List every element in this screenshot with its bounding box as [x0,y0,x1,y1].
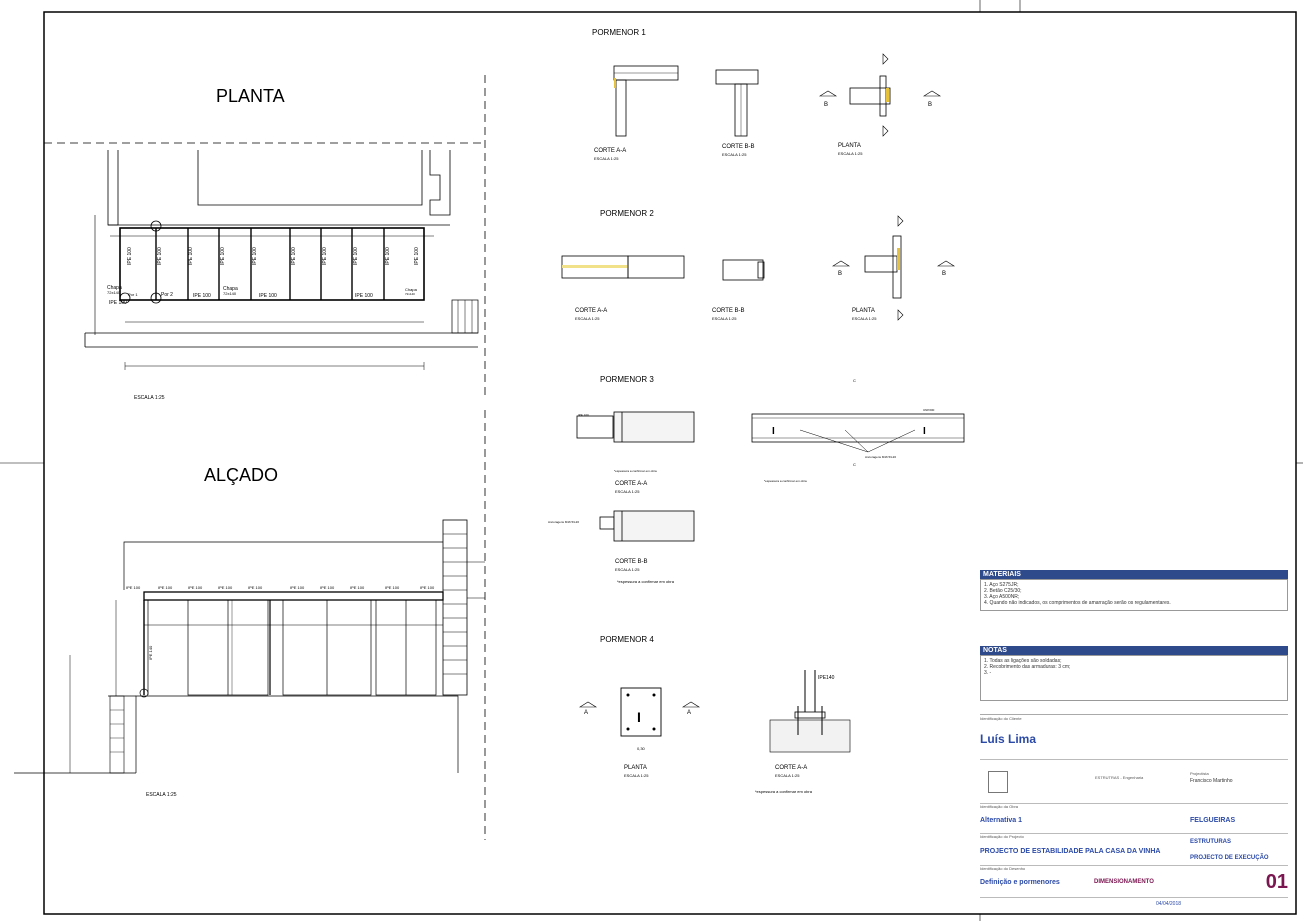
svg-text:0,30: 0,30 [637,746,646,751]
svg-text:*espessura a confirmar em obra: *espessura a confirmar em obra [755,789,813,794]
svg-text:Por 1: Por 1 [128,292,138,297]
svg-text:I: I [772,426,775,437]
client-name: Luís Lima [980,732,1037,746]
svg-text:IPE 100: IPE 100 [193,293,211,299]
svg-text:IPE 100: IPE 100 [218,585,233,590]
svg-text:IPE 100: IPE 100 [127,247,133,265]
title-block: Identificação do Cliente Luís Lima ESTRU… [980,714,1288,913]
svg-text:IPE 100: IPE 100 [322,247,328,265]
svg-text:IPE 100: IPE 100 [188,585,203,590]
svg-text:IPE 100: IPE 100 [259,293,277,299]
svg-text:72x140: 72x140 [223,291,237,296]
svg-text:CORTE B-B: CORTE B-B [722,144,755,150]
planta-title: PLANTA [216,86,285,106]
svg-text:ESCALA 1:25: ESCALA 1:25 [615,567,640,572]
svg-text:CORTE A-A: CORTE A-A [594,148,626,154]
alcado-scale: ESCALA 1:25 [146,792,177,798]
svg-text:IPE 100: IPE 100 [248,585,263,590]
svg-text:Por 2: Por 2 [161,292,173,298]
svg-text:IPE 100: IPE 100 [385,585,400,590]
pormenor-3: PORMENOR 3 CORTE A-A ESCALA 1:25 *espess… [548,375,965,584]
svg-text:*espessura a confirmar em obra: *espessura a confirmar em obra [614,469,657,473]
svg-text:IPE 100: IPE 100 [109,300,127,306]
svg-text:I: I [923,426,926,437]
svg-text:ESCALA 1:25: ESCALA 1:25 [594,156,619,161]
svg-text:ESCALA 1:25: ESCALA 1:25 [712,316,737,321]
svg-text:Ancoragens M16 5/L20: Ancoragens M16 5/L20 [865,455,896,459]
svg-text:ESCALA 1:25: ESCALA 1:25 [775,773,800,778]
svg-text:IPE 100: IPE 100 [158,585,173,590]
svg-text:PORMENOR 1: PORMENOR 1 [592,28,646,37]
date: 04/04/2018 [1156,901,1182,907]
svg-text:UNP200: UNP200 [923,408,935,412]
drawing-name: Definição e pormenores [980,879,1060,886]
project-name: PROJECTO DE ESTABILIDADE PALA CASA DA VI… [980,848,1161,855]
planta-frame [119,227,425,301]
materiais-block: MATERIAIS 1. Aço S275JR; 2. Betão C25/30… [980,570,1288,611]
svg-text:CORTE A-A: CORTE A-A [575,308,607,314]
svg-text:PORMENOR 4: PORMENOR 4 [600,635,654,644]
alcado-view: ALÇADO IPE 100 IPE 100 IPE 100 IPE 100 I… [14,410,486,840]
svg-text:ESCALA 1:25: ESCALA 1:25 [852,316,877,321]
svg-text:IPE 100: IPE 100 [353,247,359,265]
svg-text:IPE 100: IPE 100 [385,247,391,265]
svg-text:ESCALA 1:25: ESCALA 1:25 [615,489,640,494]
svg-text:CORTE A-A: CORTE A-A [775,765,807,771]
svg-text:ESCALA 1:25: ESCALA 1:25 [575,316,600,321]
svg-text:PLANTA: PLANTA [624,765,647,771]
alcado-title: ALÇADO [204,465,278,485]
sheet-number: 01 [1265,871,1288,893]
svg-text:72x140: 72x140 [405,292,415,296]
svg-text:*espessura a confirmar em obra: *espessura a confirmar em obra [764,479,807,483]
pormenor-2: PORMENOR 2 CORTE A-A ESCALA 1:25 CORTE B… [561,209,956,321]
svg-text:ESCALA 1:25: ESCALA 1:25 [838,151,863,156]
svg-text:IPE 100: IPE 100 [126,585,141,590]
svg-text:IPE 100: IPE 100 [355,293,373,299]
company-logo [988,771,1008,793]
svg-text:IPE 100: IPE 100 [578,413,589,417]
svg-text:C: C [853,462,856,467]
planta-view: PLANTA IPE 100 IPE 100 IPE 100 IPE 100 I… [44,75,486,401]
materiais-header: MATERIAIS [980,570,1288,579]
svg-text:CORTE B-B: CORTE B-B [615,559,648,565]
svg-text:IPE 100: IPE 100 [157,247,163,265]
svg-text:Ancoragens M16 5/L20: Ancoragens M16 5/L20 [548,520,579,524]
svg-text:IPE 100: IPE 100 [290,585,305,590]
svg-text:ESCALA 1:25: ESCALA 1:25 [624,773,649,778]
svg-text:IPE 100: IPE 100 [252,247,258,265]
svg-text:PORMENOR 3: PORMENOR 3 [600,375,654,384]
svg-text:72x140: 72x140 [107,290,121,295]
svg-text:I: I [637,709,641,725]
svg-text:A: A [584,710,588,716]
place: FELGUEIRAS [1190,817,1236,824]
svg-text:PLANTA: PLANTA [852,308,875,314]
svg-text:PLANTA: PLANTA [838,143,861,149]
svg-text:B: B [838,271,842,277]
svg-text:A: A [687,710,691,716]
svg-text:B: B [824,102,828,108]
svg-text:IPE 100: IPE 100 [188,247,194,265]
svg-text:IPE140: IPE140 [818,675,835,681]
svg-text:IPE 100: IPE 100 [414,247,420,265]
svg-text:B: B [942,271,946,277]
notas-block: NOTAS 1. Todas as ligações são soldadas;… [980,646,1288,701]
notas-header: NOTAS [980,646,1288,655]
svg-text:IPE 100: IPE 100 [291,247,297,265]
svg-text:PORMENOR 2: PORMENOR 2 [600,209,654,218]
svg-text:*espessura a confirmar em obra: *espessura a confirmar em obra [617,579,675,584]
svg-text:IPE 100: IPE 100 [320,585,335,590]
svg-text:IPE 100: IPE 100 [350,585,365,590]
work-name: Alternativa 1 [980,817,1023,824]
svg-text:IPE 100: IPE 100 [220,247,226,265]
pormenor-4: PORMENOR 4 I A A 0,30 PLANTA ESCALA 1:25… [578,635,851,794]
svg-text:IPE 100: IPE 100 [420,585,435,590]
svg-text:CORTE A-A: CORTE A-A [615,481,647,487]
planta-scale: ESCALA 1:25 [134,395,165,401]
svg-text:C: C [853,378,856,383]
svg-text:ESCALA 1:25: ESCALA 1:25 [722,152,747,157]
pormenor-1: PORMENOR 1 CORTE A-A ESCALA 1:25 CORTE B… [592,28,942,161]
svg-text:IPE 140: IPE 140 [148,645,153,660]
svg-text:CORTE B-B: CORTE B-B [712,308,745,314]
svg-text:B: B [928,102,932,108]
